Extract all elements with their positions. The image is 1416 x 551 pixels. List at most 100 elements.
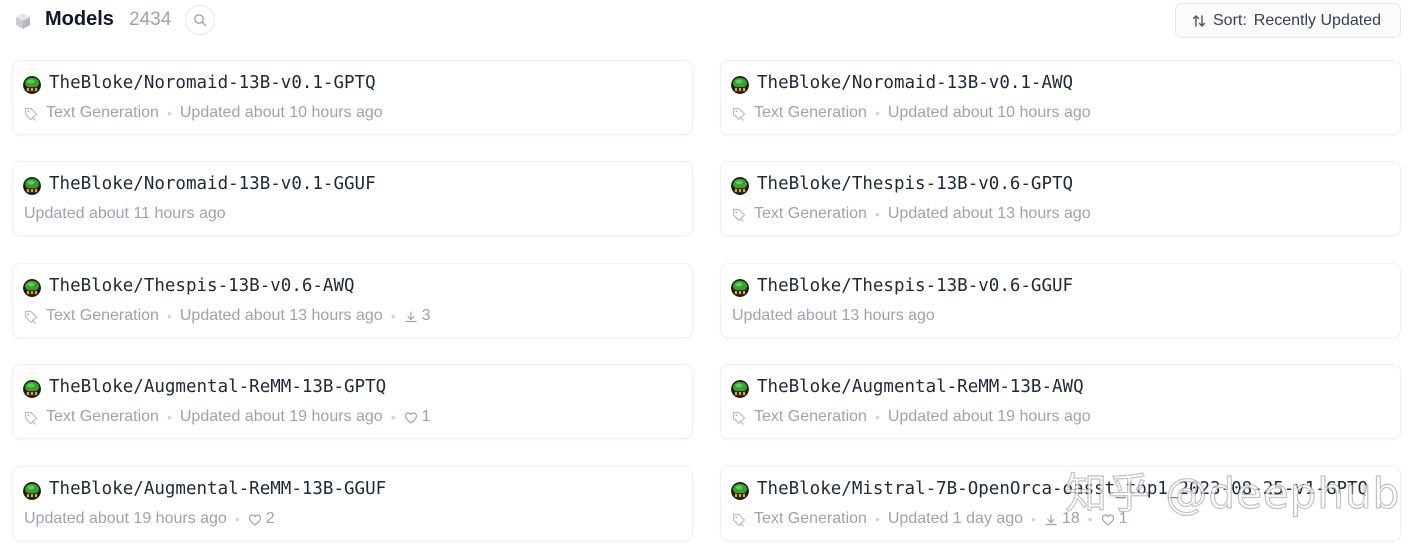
- updated-time: Updated about 13 hours ago: [179, 307, 383, 324]
- likes-count: 2: [248, 510, 275, 528]
- downloads-value: 3: [421, 307, 431, 324]
- updated-time: Updated about 19 hours ago: [24, 510, 227, 527]
- separator-dot: •: [166, 409, 172, 425]
- separator-dot: •: [166, 105, 172, 121]
- avatar: [23, 279, 41, 297]
- sort-arrows-icon: [1192, 14, 1206, 27]
- tag-icon: [24, 107, 38, 121]
- avatar: [731, 279, 749, 297]
- model-name-link[interactable]: TheBloke/Augmental-ReMM-13B-GGUF: [49, 479, 386, 499]
- separator-dot: •: [874, 206, 880, 222]
- avatar: [23, 76, 41, 94]
- model-card[interactable]: TheBloke/Augmental-ReMM-13B-AWQ Text Gene…: [720, 364, 1401, 439]
- models-header: Models 2434 Sort: Recently Updated: [0, 0, 1416, 42]
- sort-label: Sort:: [1213, 11, 1247, 29]
- model-card[interactable]: TheBloke/Mistral-7B-OpenOrca-oasst_top1_…: [720, 466, 1401, 541]
- task-label: Text Generation: [754, 408, 867, 425]
- model-name-link[interactable]: TheBloke/Augmental-ReMM-13B-AWQ: [757, 377, 1084, 397]
- model-card[interactable]: TheBloke/Augmental-ReMM-13B-GPTQ Text Gen…: [12, 364, 693, 439]
- model-card[interactable]: TheBloke/Noromaid-13B-v0.1-GPTQ Text Gene…: [12, 60, 693, 135]
- model-card[interactable]: TheBloke/Augmental-ReMM-13B-GGUF Updated …: [12, 466, 693, 541]
- search-icon: [194, 14, 207, 27]
- download-icon: [404, 310, 417, 322]
- download-icon: [1045, 513, 1057, 525]
- model-card[interactable]: TheBloke/Thespis-13B-v0.6-AWQ Text Genera…: [12, 263, 693, 338]
- tag-icon: [732, 208, 746, 222]
- avatar: [731, 380, 749, 398]
- avatar: [731, 177, 749, 195]
- updated-time: Updated about 13 hours ago: [732, 307, 935, 324]
- model-name-link[interactable]: TheBloke/Noromaid-13B-v0.1-GPTQ: [49, 73, 376, 93]
- model-name-link[interactable]: TheBloke/Thespis-13B-v0.6-GGUF: [757, 276, 1073, 296]
- task-label: Text Generation: [46, 104, 159, 121]
- model-card[interactable]: TheBloke/Noromaid-13B-v0.1-GGUF Updated a…: [12, 161, 693, 236]
- updated-time: Updated about 19 hours ago: [887, 408, 1091, 425]
- task-tag[interactable]: Text Generation: [23, 408, 159, 426]
- model-card[interactable]: TheBloke/Noromaid-13B-v0.1-AWQ Text Gener…: [720, 60, 1401, 135]
- avatar: [23, 177, 41, 195]
- model-meta: Updated about 13 hours ago: [732, 307, 935, 325]
- model-meta: Updated about 19 hours ago • 2: [24, 510, 275, 528]
- task-label: Text Generation: [46, 307, 159, 324]
- separator-dot: •: [234, 511, 240, 527]
- cube-icon: [16, 13, 30, 29]
- model-meta: Text Generation • Updated about 10 hours a…: [731, 104, 1091, 122]
- tag-icon: [732, 513, 746, 527]
- downloads-value: 18: [1061, 510, 1080, 527]
- likes-value: 2: [265, 510, 275, 527]
- task-tag[interactable]: Text Generation: [731, 510, 867, 528]
- likes-count: 1: [404, 408, 431, 426]
- task-tag[interactable]: Text Generation: [23, 307, 159, 325]
- model-count: 2434: [129, 9, 172, 30]
- separator-dot: •: [1087, 511, 1093, 527]
- task-tag[interactable]: Text Generation: [731, 408, 867, 426]
- model-meta: Text Generation • Updated about 19 hours a…: [23, 408, 431, 426]
- separator-dot: •: [390, 308, 396, 324]
- separator-dot: •: [390, 409, 396, 425]
- updated-time: Updated about 11 hours ago: [24, 205, 226, 222]
- model-meta: Updated about 11 hours ago: [24, 205, 226, 223]
- likes-value: 1: [1118, 510, 1128, 527]
- model-card[interactable]: TheBloke/Thespis-13B-v0.6-GGUF Updated ab…: [720, 263, 1401, 338]
- task-tag[interactable]: Text Generation: [731, 205, 867, 223]
- task-label: Text Generation: [754, 205, 867, 222]
- updated-time: Updated 1 day ago: [887, 510, 1024, 527]
- page-title: Models: [45, 8, 114, 30]
- model-name-link[interactable]: TheBloke/Augmental-ReMM-13B-GPTQ: [49, 377, 386, 397]
- model-name-link[interactable]: TheBloke/Mistral-7B-OpenOrca-oasst_top1_…: [757, 479, 1368, 499]
- search-button[interactable]: [185, 5, 215, 35]
- updated-time: Updated about 10 hours ago: [179, 104, 383, 121]
- model-meta: Text Generation • Updated 1 day ago • 18 • 1: [731, 510, 1128, 528]
- model-name-link[interactable]: TheBloke/Thespis-13B-v0.6-GPTQ: [757, 174, 1073, 194]
- model-name-link[interactable]: TheBloke/Noromaid-13B-v0.1-AWQ: [757, 73, 1073, 93]
- separator-dot: •: [166, 308, 172, 324]
- model-name-link[interactable]: TheBloke/Thespis-13B-v0.6-AWQ: [49, 276, 355, 296]
- model-card[interactable]: TheBloke/Thespis-13B-v0.6-GPTQ Text Gener…: [720, 161, 1401, 236]
- separator-dot: •: [1031, 511, 1036, 527]
- heart-icon: [1101, 513, 1114, 526]
- avatar: [731, 482, 749, 500]
- downloads-count: 18: [1044, 510, 1080, 528]
- downloads-count: 3: [404, 307, 431, 325]
- updated-time: Updated about 13 hours ago: [887, 205, 1091, 222]
- avatar: [731, 76, 749, 94]
- model-meta: Text Generation • Updated about 13 hours a…: [731, 205, 1091, 223]
- avatar: [23, 482, 41, 500]
- tag-icon: [24, 310, 38, 324]
- task-tag[interactable]: Text Generation: [731, 104, 867, 122]
- task-label: Text Generation: [754, 104, 867, 121]
- heart-icon: [248, 513, 261, 526]
- tag-icon: [732, 411, 746, 425]
- updated-time: Updated about 19 hours ago: [179, 408, 383, 425]
- avatar: [23, 380, 41, 398]
- model-meta: Text Generation • Updated about 19 hours a…: [731, 408, 1091, 426]
- separator-dot: •: [874, 105, 880, 121]
- likes-value: 1: [421, 408, 431, 425]
- model-name-link[interactable]: TheBloke/Noromaid-13B-v0.1-GGUF: [49, 174, 376, 194]
- task-tag[interactable]: Text Generation: [23, 104, 159, 122]
- likes-count: 1: [1101, 510, 1128, 528]
- sort-button[interactable]: Sort: Recently Updated: [1175, 3, 1401, 38]
- separator-dot: •: [874, 409, 880, 425]
- tag-icon: [732, 107, 746, 121]
- updated-time: Updated about 10 hours ago: [887, 104, 1091, 121]
